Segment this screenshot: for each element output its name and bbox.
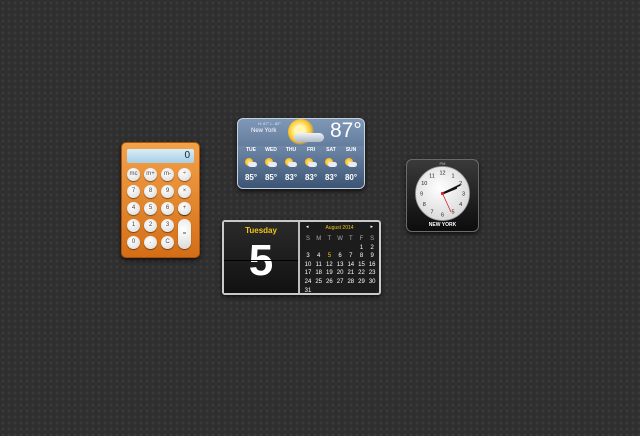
clock-number: 6 <box>441 213 444 219</box>
calc-key[interactable]: 5 <box>144 202 157 215</box>
forecast-high-temp: 85° <box>264 173 278 182</box>
world-clock-widget[interactable]: PM 12 1 2 3 4 5 6 7 8 9 10 11 NEW YORK <box>406 159 479 232</box>
calc-key[interactable]: 0 <box>127 236 140 249</box>
partly-cloudy-icon <box>245 158 257 168</box>
weather-widget[interactable]: H: 87° L: 82° New York 87° TUE 85° WED 85° T… <box>237 118 365 189</box>
clock-number: 11 <box>429 173 435 179</box>
calc-key[interactable]: 9 <box>161 185 174 198</box>
calendar-month-panel: ◂ August 2014 ▸ S M T W T F S 1 2 3 4 5 6 7 8 9 10 11 12 13… <box>300 222 379 296</box>
weather-city: New York <box>251 128 277 134</box>
partly-cloudy-icon <box>345 158 357 168</box>
calendar-dow-label: W <box>337 236 343 242</box>
calc-key[interactable]: C <box>161 236 174 249</box>
calc-key[interactable]: 2 <box>144 219 157 232</box>
clock-number: 7 <box>430 210 433 216</box>
clock-number: 5 <box>451 210 454 216</box>
weather-hilo: H: 87° L: 82° <box>258 121 281 126</box>
forecast-high-temp: 85° <box>244 173 258 182</box>
calendar-date[interactable]: 25 <box>314 278 324 287</box>
calendar-fold-line <box>224 260 298 261</box>
clock-number: 3 <box>462 192 465 198</box>
weather-forecast: TUE 85° WED 85° THU 83° FRI 83° SAT 83° SUN 80° <box>238 146 364 188</box>
forecast-day-label: WED <box>265 147 277 153</box>
partly-cloudy-icon <box>265 158 277 168</box>
clock-number: 1 <box>451 173 454 179</box>
weather-current: H: 87° L: 82° New York 87° <box>238 119 364 146</box>
calc-key[interactable]: 4 <box>127 202 140 215</box>
calc-key[interactable]: 8 <box>144 185 157 198</box>
calc-key[interactable]: m+ <box>144 168 157 181</box>
calendar-day-number: 5 <box>248 236 274 285</box>
calendar-date[interactable]: 26 <box>324 278 334 287</box>
partly-cloudy-icon <box>285 158 297 168</box>
calendar-next-month-button[interactable]: ▸ <box>370 224 373 230</box>
calendar-day-panel: Tuesday 5 <box>224 222 300 293</box>
partly-cloudy-icon <box>305 158 317 168</box>
forecast-day-label: SUN <box>345 147 357 153</box>
calendar-date[interactable]: 29 <box>357 278 367 287</box>
calc-key[interactable]: . <box>144 236 157 249</box>
weather-temperature: 87° <box>330 119 362 142</box>
calc-key[interactable]: 6 <box>161 202 174 215</box>
calc-key[interactable]: m- <box>161 168 174 181</box>
forecast-day-label: TUE <box>246 147 256 153</box>
cloud-icon <box>294 133 324 142</box>
clock-face: 12 1234567891011 <box>415 166 470 221</box>
clock-number: 10 <box>421 181 427 187</box>
clock-number: 2 <box>459 181 462 187</box>
calendar-dow-label: T <box>348 236 353 242</box>
forecast-high-temp: 83° <box>284 173 298 182</box>
forecast-day-label: FRI <box>306 147 316 153</box>
clock-number: 12 <box>439 171 445 177</box>
calc-key[interactable]: ÷ <box>178 168 191 181</box>
forecast-day-label: SAT <box>326 147 336 153</box>
forecast-high-temp: 80° <box>344 173 358 182</box>
calendar-date[interactable]: 27 <box>335 278 345 287</box>
calc-key[interactable]: × <box>178 185 191 198</box>
clock-city: NEW YORK <box>428 222 457 228</box>
calc-key[interactable]: 7 <box>127 185 140 198</box>
calendar-widget[interactable]: Tuesday 5 ◂ August 2014 ▸ SMTWTFS1234567… <box>222 220 381 295</box>
calendar-dow-label: S <box>305 236 310 242</box>
calc-key-plus[interactable]: + <box>178 202 191 215</box>
clock-number: 8 <box>423 202 426 208</box>
calc-key[interactable]: mc <box>127 168 140 181</box>
calendar-dow-label: M <box>316 236 322 242</box>
calculator-widget[interactable]: 0 mcm+m-÷789×456-123+0.C= <box>121 142 200 258</box>
clock-number: 9 <box>420 192 423 198</box>
calendar-date[interactable]: 28 <box>346 278 356 287</box>
calendar-date[interactable]: 30 <box>367 278 377 287</box>
calculator-display: 0 <box>127 149 194 163</box>
calendar-date[interactable]: 31 <box>303 287 313 296</box>
forecast-high-temp: 83° <box>324 173 338 182</box>
calendar-month-title: August 2014 <box>325 225 354 231</box>
calc-key-equals[interactable]: = <box>178 219 191 249</box>
partly-cloudy-icon <box>325 158 337 168</box>
forecast-high-temp: 83° <box>304 173 318 182</box>
calc-key[interactable]: 1 <box>127 219 140 232</box>
clock-number: 4 <box>459 202 462 208</box>
forecast-day-label: THU <box>285 147 297 153</box>
calc-key[interactable]: 3 <box>161 219 174 232</box>
calendar-dow-label: T <box>327 236 332 242</box>
